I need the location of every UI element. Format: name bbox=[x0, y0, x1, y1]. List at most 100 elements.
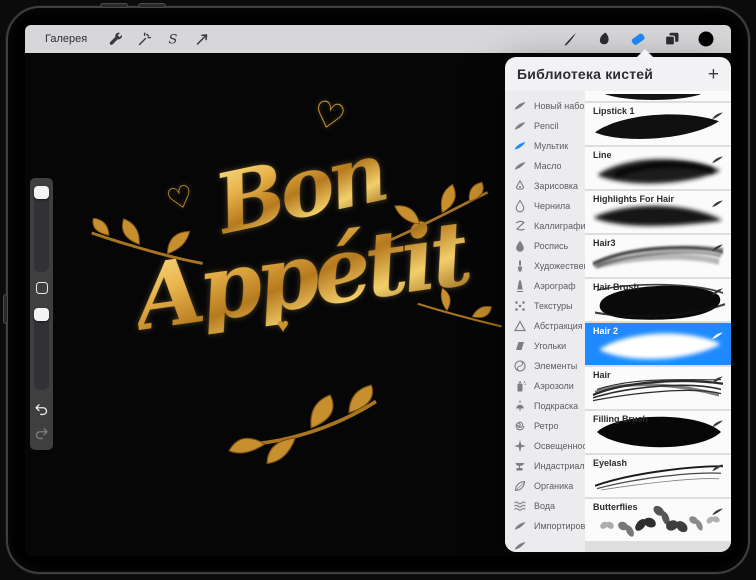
brush-signature-icon bbox=[711, 195, 724, 204]
brush-set-item[interactable]: Роспись bbox=[505, 236, 585, 256]
transform-arrow-icon bbox=[193, 30, 211, 48]
brush-set-label: Органика bbox=[534, 481, 573, 491]
triangle-icon bbox=[513, 319, 527, 333]
brush-signature-icon bbox=[711, 107, 724, 116]
eraser-icon bbox=[629, 30, 647, 48]
add-brush-button[interactable]: + bbox=[708, 65, 719, 84]
brush-set-item[interactable]: Художественные bbox=[505, 256, 585, 276]
ipad-device: Галерея S ♡ ♡ Bon Appétit ♥ bbox=[6, 6, 750, 574]
brush-set-item[interactable]: Зарисовка bbox=[505, 176, 585, 196]
panel-body: Новый набор Pencil МультикМасло Зарисовка Че… bbox=[505, 91, 731, 552]
brush-row[interactable]: Hair bbox=[585, 367, 731, 409]
brush-row[interactable]: Eyelash bbox=[585, 455, 731, 497]
brush-set-item[interactable]: Ретро bbox=[505, 416, 585, 436]
undo-button[interactable] bbox=[32, 400, 51, 418]
svg-text:S: S bbox=[169, 33, 178, 48]
brush-size-handle[interactable] bbox=[34, 186, 49, 199]
brush-set-item[interactable]: Абстракция bbox=[505, 316, 585, 336]
brush-name: Hair3 bbox=[593, 238, 616, 248]
brush-set-list: Новый набор Pencil МультикМасло Зарисовка Че… bbox=[505, 91, 585, 552]
brush-set-item[interactable]: Масло bbox=[505, 156, 585, 176]
brush-set-item[interactable]: Аэрозоли bbox=[505, 376, 585, 396]
color-circle-icon bbox=[697, 30, 715, 48]
brush-set-item[interactable]: Мультик bbox=[505, 136, 585, 156]
volume-up-button bbox=[100, 3, 128, 8]
brush-set-item[interactable]: Чернила bbox=[505, 196, 585, 216]
brush-signature-icon bbox=[711, 371, 724, 380]
brush-row[interactable]: Filling Brush bbox=[585, 411, 731, 453]
swirl-icon bbox=[513, 419, 527, 433]
brush-set-item[interactable]: Освещенность bbox=[505, 436, 585, 456]
brush-set-label: Новый набор bbox=[534, 101, 585, 111]
elements-circle-icon bbox=[513, 359, 527, 373]
brush-set-label: Чернила bbox=[534, 201, 570, 211]
brush-set-label: Вода bbox=[534, 501, 555, 511]
brush-set-label: Роспись bbox=[534, 241, 568, 251]
brush-row[interactable]: Lipstick 1 bbox=[585, 103, 731, 145]
brush-name: Filling Brush bbox=[593, 414, 648, 424]
brush-row[interactable]: Highlights For Hair bbox=[585, 191, 731, 233]
magic-wand-icon bbox=[135, 30, 153, 48]
brush-set-item[interactable]: Органика bbox=[505, 476, 585, 496]
sparkle-icon bbox=[513, 439, 527, 453]
brush-row[interactable]: Hair3 bbox=[585, 235, 731, 277]
transform-tool-button[interactable] bbox=[188, 27, 216, 51]
brush-set-label: Текстуры bbox=[534, 301, 573, 311]
brush-set-item[interactable]: Текстуры bbox=[505, 296, 585, 316]
brush-set-item[interactable]: Импортировано bbox=[505, 516, 585, 536]
opacity-handle[interactable] bbox=[34, 308, 49, 321]
brush-set-label: Зарисовка bbox=[534, 181, 578, 191]
gallery-button[interactable]: Галерея bbox=[45, 33, 87, 45]
brush-set-item[interactable]: Индастриал bbox=[505, 456, 585, 476]
brush-name: Hair bbox=[593, 370, 611, 380]
brush-set-item[interactable]: Pencil bbox=[505, 116, 585, 136]
brush-set-label: Освещенность bbox=[534, 441, 585, 451]
heart-ornament-small: ♥ bbox=[277, 315, 289, 338]
brush-row[interactable]: Line bbox=[585, 147, 731, 189]
actions-tool-button[interactable] bbox=[101, 27, 129, 51]
brush-set-label: Pencil bbox=[534, 121, 559, 131]
brush-signature-icon bbox=[711, 151, 724, 160]
brush-set-item[interactable]: Вода bbox=[505, 496, 585, 516]
brush-set-item[interactable]: Подкраска bbox=[505, 396, 585, 416]
brush-signature-icon bbox=[711, 327, 724, 336]
brush-set-item[interactable]: Угольки bbox=[505, 336, 585, 356]
artwork-bon-appetit: ♡ ♡ Bon Appétit ♥ bbox=[25, 53, 530, 556]
wrench-icon bbox=[106, 30, 124, 48]
redo-button[interactable] bbox=[32, 424, 51, 442]
brush-signature-icon bbox=[711, 239, 724, 248]
brush-row[interactable]: Butterflies bbox=[585, 499, 731, 541]
anvil-icon bbox=[513, 459, 527, 473]
paintbrush-stroke-icon bbox=[561, 30, 579, 48]
brush-set-item[interactable]: Каллиграфия bbox=[505, 216, 585, 236]
pen-nib-icon bbox=[513, 179, 527, 193]
brush-row[interactable]: Hair Brush bbox=[585, 279, 731, 321]
brush-name: Lipstick 1 bbox=[593, 106, 635, 116]
brush-set-item-partial bbox=[505, 536, 585, 552]
brush-set-item[interactable]: Аэрограф bbox=[505, 276, 585, 296]
smudge-tool-button[interactable] bbox=[587, 27, 621, 51]
panel-title: Библиотека кистей bbox=[517, 66, 653, 82]
brush-set-label: Аэрограф bbox=[534, 281, 576, 291]
layers-tool-button[interactable] bbox=[655, 27, 689, 51]
paint-tool-button[interactable] bbox=[553, 27, 587, 51]
brush-row[interactable]: Hair 2 bbox=[585, 323, 731, 365]
color-tool-button[interactable] bbox=[689, 27, 723, 51]
brush-set-label: Подкраска bbox=[534, 401, 578, 411]
spray-can-icon bbox=[513, 379, 527, 393]
paintbrush-icon bbox=[513, 259, 527, 273]
panel-header: Библиотека кистей + bbox=[505, 57, 731, 91]
adjustments-tool-button[interactable] bbox=[130, 27, 158, 51]
selection-tool-button[interactable]: S bbox=[159, 27, 187, 51]
brush-set-item[interactable]: Новый набор bbox=[505, 96, 585, 116]
brush-set-item[interactable]: Элементы bbox=[505, 356, 585, 376]
brush-name: Line bbox=[593, 150, 612, 160]
panel-pointer bbox=[636, 49, 654, 58]
erase-tool-button[interactable] bbox=[621, 27, 655, 51]
modify-button[interactable] bbox=[36, 282, 48, 294]
volume-down-button bbox=[138, 3, 166, 8]
brush-set-label: Художественные bbox=[534, 261, 585, 271]
layers-icon bbox=[663, 30, 681, 48]
toolbar: Галерея S bbox=[25, 25, 731, 53]
airbrush-icon bbox=[513, 279, 527, 293]
